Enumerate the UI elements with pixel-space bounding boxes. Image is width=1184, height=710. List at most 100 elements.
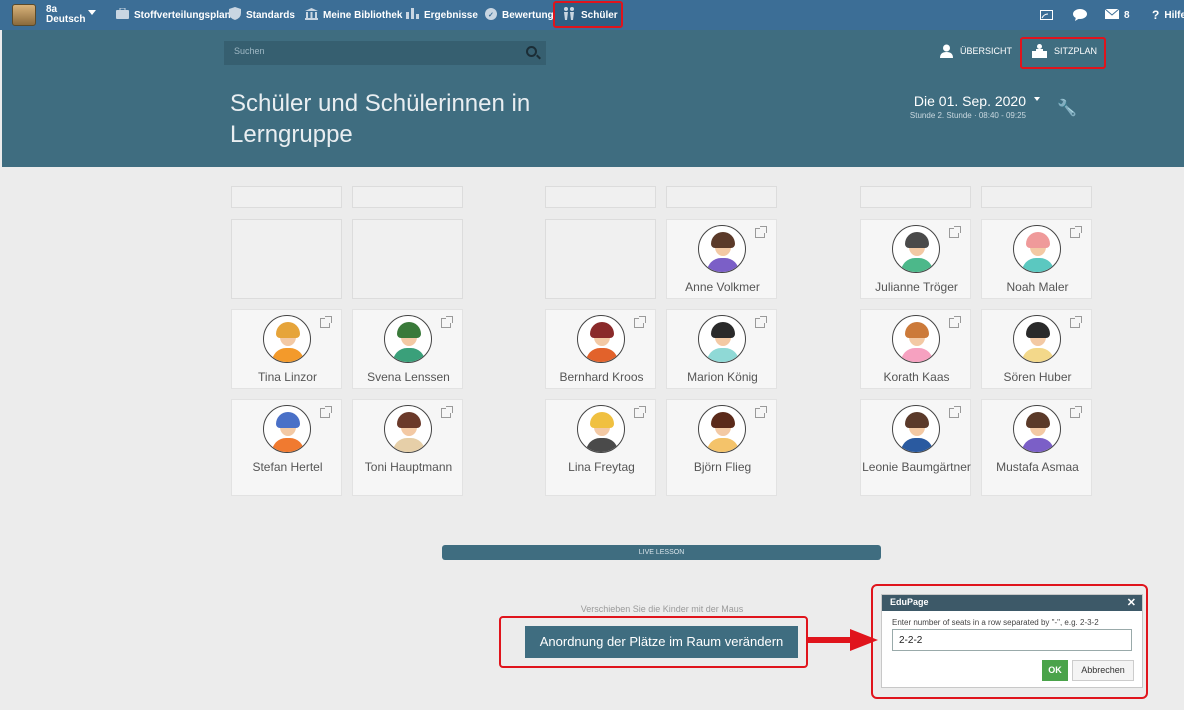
- cancel-button[interactable]: Abbrechen: [1072, 660, 1134, 681]
- avatar: [384, 405, 432, 453]
- external-link-icon[interactable]: [441, 316, 453, 328]
- rating-icon: ✓: [485, 7, 497, 23]
- student-seat[interactable]: Svena Lenssen: [352, 309, 463, 389]
- nav-item-bewertung[interactable]: ✓ Bewertung: [485, 0, 554, 30]
- student-seat[interactable]: Björn Flieg: [666, 399, 777, 496]
- external-link-icon[interactable]: [755, 316, 767, 328]
- external-link-icon[interactable]: [634, 406, 646, 418]
- chat-icon[interactable]: [1073, 0, 1087, 30]
- student-seat[interactable]: Leonie Baumgärtner: [860, 399, 971, 496]
- chevron-down-icon[interactable]: [1034, 97, 1040, 101]
- empty-seat[interactable]: [231, 219, 342, 299]
- student-seat[interactable]: Tina Linzor: [231, 309, 342, 389]
- avatar: [892, 315, 940, 363]
- red-arrow-annotation: [808, 629, 878, 651]
- student-seat[interactable]: Anne Volkmer: [666, 219, 777, 299]
- student-seat[interactable]: Lina Freytag: [545, 399, 656, 496]
- page-title: Schüler und Schülerinnen in Lerngruppe: [230, 90, 531, 148]
- student-seat[interactable]: Stefan Hertel: [231, 399, 342, 496]
- class-logo-icon[interactable]: [12, 4, 36, 26]
- avatar: [1013, 405, 1061, 453]
- nav-item-stoffverteilungsplan[interactable]: Stoffverteilungsplan: [116, 0, 231, 30]
- nav-item-standards[interactable]: Standards: [229, 0, 295, 30]
- student-name: Lina Freytag: [568, 460, 635, 474]
- nav-item-label: Bewertung: [502, 9, 554, 21]
- dialog-prompt: Enter number of seats in a row separated…: [892, 618, 1099, 627]
- library-icon: [305, 7, 318, 23]
- external-link-icon[interactable]: [755, 406, 767, 418]
- external-link-icon[interactable]: [320, 316, 332, 328]
- chevron-down-icon[interactable]: [88, 10, 96, 15]
- student-name: Toni Hauptmann: [364, 460, 453, 474]
- avatar: [577, 315, 625, 363]
- external-link-icon[interactable]: [1070, 316, 1082, 328]
- seating-icon: [1032, 44, 1047, 58]
- desk-label-placeholder: [860, 186, 971, 208]
- user-icon: [940, 44, 953, 58]
- student-name: Sören Huber: [1003, 370, 1072, 384]
- avatar: [698, 315, 746, 363]
- nav-item-meine-bibliothek[interactable]: Meine Bibliothek: [305, 0, 402, 30]
- class-selector[interactable]: 8a Deutsch: [46, 5, 85, 25]
- nav-item-label: Ergebnisse: [424, 9, 478, 21]
- student-name: Svena Lenssen: [367, 370, 450, 384]
- avatar: [577, 405, 625, 453]
- avatar: [698, 225, 746, 273]
- external-link-icon[interactable]: [755, 226, 767, 238]
- dialog-title: EduPage: [890, 597, 929, 607]
- external-link-icon[interactable]: [949, 316, 961, 328]
- student-seat[interactable]: Noah Maler: [981, 219, 1092, 299]
- top-navigation: 8a Deutsch Stoffverteilungsplan Standard…: [0, 0, 1184, 30]
- close-icon[interactable]: ✕: [1127, 596, 1136, 609]
- empty-seat[interactable]: [545, 219, 656, 299]
- external-link-icon[interactable]: [1070, 406, 1082, 418]
- seats-per-row-input[interactable]: [892, 629, 1132, 651]
- seating-plan-button[interactable]: SITZPLAN: [1032, 40, 1097, 62]
- wrench-icon[interactable]: 🔧: [1057, 98, 1077, 118]
- students-icon: [562, 7, 576, 23]
- live-lesson-button[interactable]: LIVE LESSON: [442, 545, 881, 560]
- class-subject: Deutsch: [46, 14, 86, 25]
- student-seat[interactable]: Toni Hauptmann: [352, 399, 463, 496]
- student-name: Stefan Hertel: [252, 460, 323, 474]
- student-seat[interactable]: Julianne Tröger: [860, 219, 971, 299]
- student-seat[interactable]: Korath Kaas: [860, 309, 971, 389]
- student-seat[interactable]: Bernhard Kroos: [545, 309, 656, 389]
- nav-item-schueler[interactable]: Schüler: [562, 0, 618, 30]
- student-name: Marion König: [687, 370, 758, 384]
- external-link-icon[interactable]: [441, 406, 453, 418]
- nav-item-label: Schüler: [581, 9, 618, 21]
- student-name: Noah Maler: [1006, 280, 1069, 294]
- desk-label-placeholder: [981, 186, 1092, 208]
- nav-item-label: Standards: [246, 9, 295, 21]
- help-button[interactable]: ? Hilfe: [1152, 0, 1184, 30]
- external-link-icon[interactable]: [949, 406, 961, 418]
- ok-button[interactable]: OK: [1042, 660, 1068, 681]
- arrange-seats-button[interactable]: Anordnung der Plätze im Raum verändern: [525, 626, 798, 658]
- search-input[interactable]: Suchen: [224, 41, 546, 65]
- screen-share-icon[interactable]: [1040, 0, 1053, 30]
- external-link-icon[interactable]: [634, 316, 646, 328]
- external-link-icon[interactable]: [1070, 226, 1082, 238]
- student-seat[interactable]: Mustafa Asmaa: [981, 399, 1092, 496]
- desk-label-placeholder: [231, 186, 342, 208]
- avatar: [263, 315, 311, 363]
- seating-label: SITZPLAN: [1054, 46, 1098, 56]
- external-link-icon[interactable]: [320, 406, 332, 418]
- avatar: [892, 405, 940, 453]
- avatar: [698, 405, 746, 453]
- external-link-icon[interactable]: [949, 226, 961, 238]
- empty-seat[interactable]: [352, 219, 463, 299]
- overview-button[interactable]: ÜBERSICHT: [940, 40, 1012, 62]
- search-icon[interactable]: [526, 46, 537, 57]
- envelope-icon: [1104, 8, 1120, 22]
- student-seat[interactable]: Sören Huber: [981, 309, 1092, 389]
- lesson-date[interactable]: Die 01. Sep. 2020: [880, 93, 1026, 109]
- nav-item-label: Meine Bibliothek: [323, 9, 403, 21]
- nav-item-ergebnisse[interactable]: Ergebnisse: [406, 0, 478, 30]
- student-seat[interactable]: Marion König: [666, 309, 777, 389]
- student-name: Björn Flieg: [693, 460, 752, 474]
- avatar: [263, 405, 311, 453]
- student-name: Anne Volkmer: [685, 280, 760, 294]
- messages-button[interactable]: 8: [1104, 0, 1130, 30]
